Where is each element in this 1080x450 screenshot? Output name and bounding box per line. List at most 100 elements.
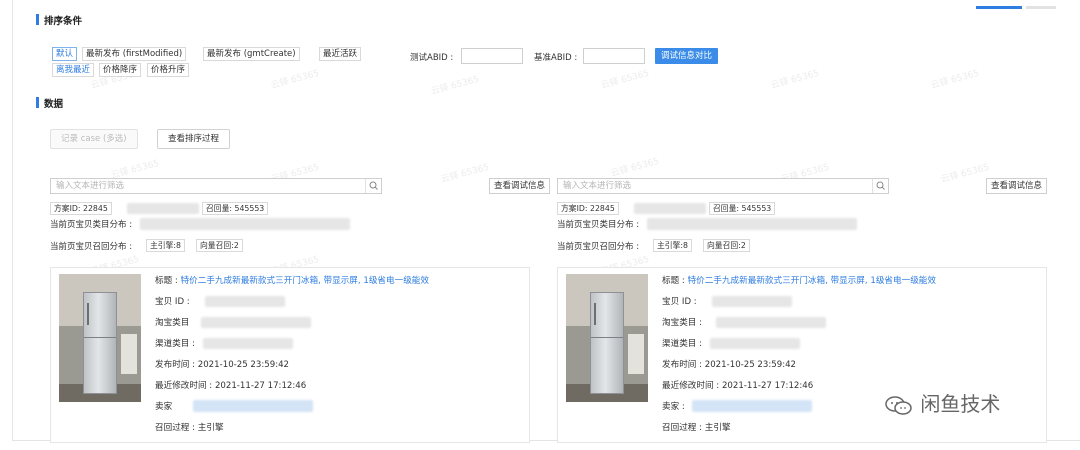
sort-option-recent-active[interactable]: 最近活跃	[319, 47, 362, 61]
filter-input-box[interactable]	[557, 178, 889, 194]
channel-category-row: 渠道类目 :	[155, 337, 195, 349]
filter-input-box[interactable]	[50, 178, 382, 194]
item-id-row: 宝贝 ID :	[155, 295, 190, 307]
fridge-door-divider	[84, 337, 116, 338]
sort-option-gmt-create[interactable]: 最新发布 (gmtCreate)	[203, 47, 300, 61]
search-button[interactable]	[872, 179, 888, 193]
item-title-link[interactable]: 特价二手九成新最新款式三开门冰箱, 带显示屏, 1级省电一级能效	[688, 276, 936, 286]
filter-input[interactable]	[558, 179, 858, 193]
modified-time-value: 2021-11-27 17:12:46	[721, 381, 814, 391]
base-abid-label: 基准ABID :	[534, 53, 578, 63]
modified-time-row: 最近修改时间 : 2021-11-27 17:12:46	[662, 379, 813, 391]
sort-option-default[interactable]: 默认	[52, 47, 78, 61]
watermark: 云铎 65365	[599, 68, 651, 92]
taobao-category-row: 淘宝类目 :	[662, 316, 702, 328]
record-case-button[interactable]: 记录 case (多选)	[50, 129, 138, 149]
item-title-row: 标题 : 特价二手九成新最新款式三开门冰箱, 带显示屏, 1级省电一级能效	[155, 274, 429, 286]
channel-category-label: 渠道类目 :	[155, 339, 196, 349]
brand-watermark: 闲鱼技术	[884, 388, 1000, 417]
base-abid-input[interactable]	[583, 48, 645, 64]
category-dist-label: 当前页宝贝类目分布 :	[50, 220, 133, 230]
recall-count-tag: 召回量: 545553	[709, 202, 776, 215]
redacted-block	[716, 317, 826, 328]
watermark: 云铎 65365	[769, 68, 821, 92]
recall-process-row: 召回过程 : 主引擎	[662, 421, 731, 433]
brand-name: 闲鱼技术	[920, 392, 1001, 416]
watermark: 云铎 65365	[929, 68, 981, 92]
view-debug-info-button[interactable]: 查看调试信息	[985, 178, 1047, 194]
sort-option-price-asc[interactable]: 价格升序	[147, 63, 190, 77]
photo-box	[628, 334, 644, 374]
recall-tag: 向量召回:2	[196, 239, 243, 252]
redacted-block	[140, 218, 350, 230]
recall-process-label: 召回过程 :	[155, 423, 196, 433]
publish-time-value: 2021-10-25 23:59:42	[704, 360, 797, 370]
test-abid-input[interactable]	[461, 48, 523, 64]
item-title-label: 标题 :	[662, 276, 685, 286]
modified-time-row: 最近修改时间 : 2021-11-27 17:12:46	[155, 379, 306, 391]
data-section-title: 数据	[36, 96, 63, 110]
photo-box	[121, 334, 137, 374]
recall-process-row: 召回过程 : 主引擎	[155, 421, 224, 433]
sort-section-title: 排序条件	[36, 13, 82, 27]
redacted-seller-link[interactable]	[692, 400, 812, 412]
sort-option-nearest[interactable]: 离我最近	[52, 63, 95, 77]
redacted-block	[205, 296, 285, 307]
item-thumbnail[interactable]	[566, 274, 648, 402]
recall-tag: 主引擎:8	[146, 239, 185, 252]
fridge-image	[83, 292, 117, 394]
recall-process-label: 召回过程 :	[662, 423, 703, 433]
recall-tag: 向量召回:2	[703, 239, 750, 252]
fridge-image	[590, 292, 624, 394]
redacted-seller-link[interactable]	[193, 400, 313, 412]
item-title-row: 标题 : 特价二手九成新最新款式三开门冰箱, 带显示屏, 1级省电一级能效	[662, 274, 936, 286]
result-panel-left: 查看调试信息 方案ID: 22845 召回量: 545553 当前页宝贝类目分布…	[50, 176, 550, 443]
publish-time-label: 发布时间 :	[155, 360, 196, 370]
publish-time-label: 发布时间 :	[662, 360, 703, 370]
recall-dist-label: 当前页宝贝召回分布 :	[557, 242, 640, 252]
item-title-link[interactable]: 特价二手九成新最新款式三开门冰箱, 带显示屏, 1级省电一级能效	[181, 276, 429, 286]
sort-option-first-modified[interactable]: 最新发布 (firstModified)	[82, 47, 187, 61]
sort-option-price-desc[interactable]: 价格降序	[99, 63, 142, 77]
redacted-block	[201, 317, 311, 328]
redacted-block	[127, 203, 199, 214]
redacted-block	[712, 296, 792, 307]
modified-time-label: 最近修改时间 :	[155, 381, 213, 391]
item-title-label: 标题 :	[155, 276, 178, 286]
wechat-icon	[885, 395, 912, 415]
search-icon	[876, 181, 885, 190]
fridge-door-divider	[591, 337, 623, 338]
redacted-block	[203, 338, 293, 349]
modified-time-label: 最近修改时间 :	[662, 381, 720, 391]
item-card[interactable]: 标题 : 特价二手九成新最新款式三开门冰箱, 带显示屏, 1级省电一级能效 宝贝…	[50, 267, 530, 443]
modified-time-value: 2021-11-27 17:12:46	[214, 381, 307, 391]
fridge-handle	[594, 303, 596, 325]
redacted-block	[710, 338, 800, 349]
filter-input[interactable]	[51, 179, 351, 193]
channel-category-row: 渠道类目 :	[662, 337, 702, 349]
redacted-block	[634, 203, 706, 214]
watermark: 云铎 65365	[429, 74, 481, 98]
recall-process-value: 主引擎	[197, 423, 224, 433]
item-id-row: 宝贝 ID :	[662, 295, 697, 307]
view-sort-process-button[interactable]: 查看排序过程	[157, 129, 231, 149]
taobao-category-label: 淘宝类目	[155, 318, 190, 328]
seller-row: 卖家 :	[662, 400, 685, 412]
publish-time-row: 发布时间 : 2021-10-25 23:59:42	[662, 358, 796, 370]
item-thumbnail[interactable]	[59, 274, 141, 402]
scheme-id-tag: 方案ID: 22845	[50, 202, 112, 215]
view-debug-info-button[interactable]: 查看调试信息	[488, 178, 550, 194]
watermark: 云铎 65365	[269, 68, 321, 92]
top-tab-indicator[interactable]	[976, 6, 1022, 9]
search-button[interactable]	[365, 179, 381, 193]
top-tab-inactive[interactable]	[1026, 6, 1056, 9]
category-dist-label: 当前页宝贝类目分布 :	[557, 220, 640, 230]
seller-row: 卖家	[155, 400, 172, 412]
seller-label: 卖家 :	[662, 402, 685, 412]
recall-process-value: 主引擎	[704, 423, 731, 433]
compare-debug-button[interactable]: 调试信息对比	[655, 48, 719, 64]
scheme-id-tag: 方案ID: 22845	[557, 202, 619, 215]
test-abid-label: 测试ABID :	[410, 53, 454, 63]
taobao-category-label: 淘宝类目 :	[662, 318, 703, 328]
taobao-category-row: 淘宝类目	[155, 316, 189, 328]
